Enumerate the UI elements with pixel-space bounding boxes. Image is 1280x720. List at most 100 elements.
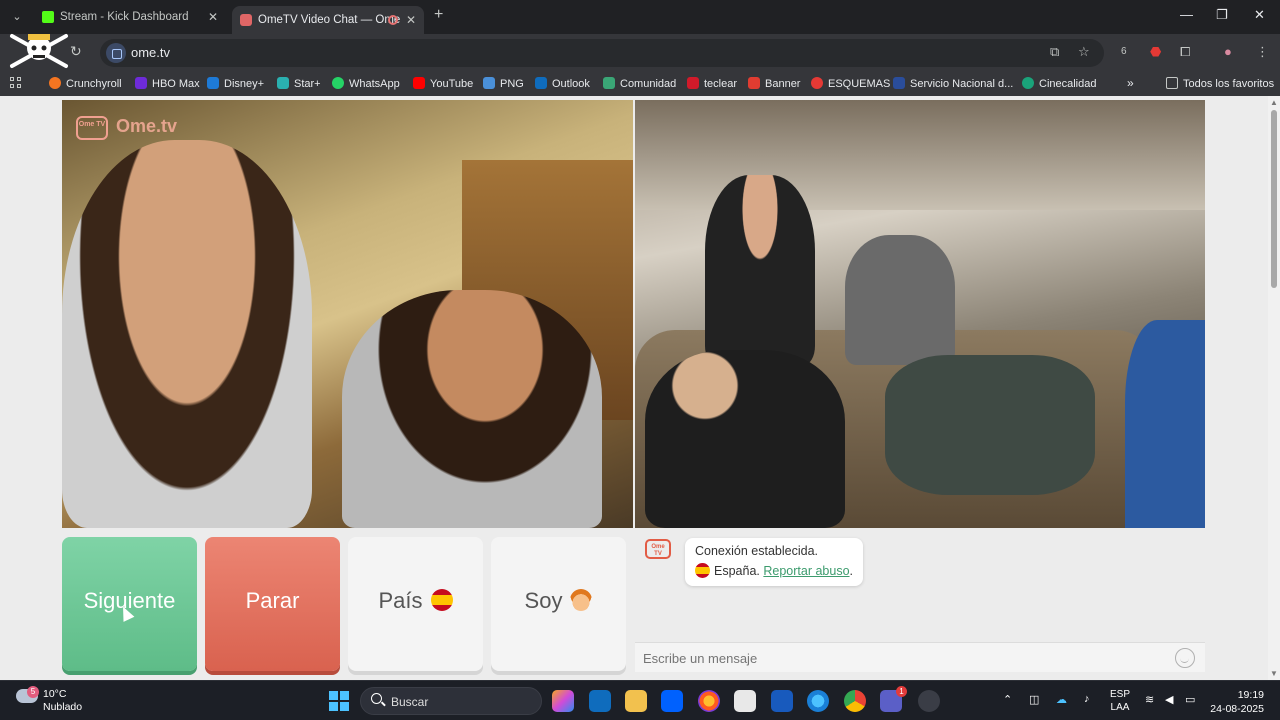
report-abuse-link[interactable]: Reportar abuso bbox=[763, 564, 849, 578]
onedrive-icon[interactable]: ☁ bbox=[1056, 693, 1067, 706]
bookmark-outlook[interactable]: Outlook bbox=[535, 77, 590, 90]
banner-icon bbox=[748, 77, 760, 89]
spain-flag-icon bbox=[695, 563, 710, 578]
site-info-icon[interactable] bbox=[106, 43, 126, 63]
bookmark-hbo-max[interactable]: HBO Max bbox=[135, 77, 200, 90]
remote-video-feed bbox=[635, 100, 1205, 528]
scroll-thumb[interactable] bbox=[1271, 110, 1277, 288]
menu-kebab-icon[interactable]: ⋮ bbox=[1256, 44, 1269, 60]
spain-flag-icon bbox=[430, 589, 453, 611]
firefox-icon[interactable] bbox=[698, 690, 720, 712]
taskbar-search[interactable]: Buscar bbox=[360, 687, 542, 715]
scroll-up-arrow-icon[interactable]: ▲ bbox=[1270, 98, 1278, 107]
person-left-silhouette bbox=[62, 140, 312, 528]
bookmarks-bar: Crunchyroll HBO Max Disney+ Star+ WhatsA… bbox=[0, 72, 1280, 96]
teams-notification-badge: 1 bbox=[896, 686, 907, 697]
page-scrollbar[interactable]: ▲ ▼ bbox=[1268, 96, 1280, 680]
crunchyroll-icon bbox=[49, 77, 61, 89]
all-bookmarks-folder[interactable]: Todos los favoritos bbox=[1166, 77, 1274, 90]
message-input-bar bbox=[635, 642, 1205, 672]
outlook-icon[interactable] bbox=[589, 690, 611, 712]
extension-badge-icon[interactable]: 6 bbox=[1121, 46, 1127, 57]
apps-grid-icon[interactable] bbox=[10, 77, 22, 89]
edge-icon[interactable] bbox=[807, 690, 829, 712]
close-tab-icon[interactable]: ✕ bbox=[208, 6, 218, 28]
volume-icon[interactable]: ◀ bbox=[1165, 693, 1173, 706]
country-selector-button[interactable]: País bbox=[348, 537, 483, 671]
restore-icon[interactable]: ❐ bbox=[1216, 7, 1228, 23]
battery-icon[interactable]: ▭ bbox=[1185, 693, 1195, 706]
folder-icon bbox=[1166, 77, 1178, 89]
gender-selector-button[interactable]: Soy bbox=[491, 537, 626, 671]
tab-title: OmeTV Video Chat — Ome bbox=[258, 14, 401, 26]
next-button[interactable]: Siguiente bbox=[62, 537, 197, 671]
person-plaid-silhouette bbox=[885, 355, 1095, 495]
bookmark-star-icon[interactable]: ☆ bbox=[1078, 44, 1090, 60]
stop-button[interactable]: Parar bbox=[205, 537, 340, 671]
chrome-icon[interactable] bbox=[844, 690, 866, 712]
bookmark-comunidad[interactable]: Comunidad bbox=[603, 77, 676, 90]
person-lying-silhouette bbox=[645, 350, 845, 528]
extension-shield-icon[interactable]: ⬣ bbox=[1150, 44, 1161, 60]
microphone-icon[interactable]: ♪ bbox=[1084, 693, 1090, 705]
weather-temperature[interactable]: 10°C bbox=[43, 688, 66, 700]
bookmark-banner[interactable]: Banner bbox=[748, 77, 800, 90]
bookmark-cinecalidad[interactable]: Cinecalidad bbox=[1022, 77, 1096, 90]
minimize-icon[interactable]: — bbox=[1180, 7, 1193, 22]
bookmark-teclear[interactable]: teclear bbox=[687, 77, 737, 90]
tab-ometv[interactable]: OmeTV Video Chat — Ome ✕ bbox=[232, 6, 424, 34]
bookmark-esquemas[interactable]: ESQUEMAS bbox=[811, 77, 890, 90]
extensions-puzzle-icon[interactable]: ⧠ bbox=[1180, 44, 1190, 60]
copilot-icon[interactable] bbox=[552, 690, 574, 712]
person-hoodie-silhouette bbox=[845, 235, 955, 365]
png-icon bbox=[483, 77, 495, 89]
show-hidden-icons-icon[interactable]: ⌃ bbox=[1003, 693, 1012, 706]
weather-description[interactable]: Nublado bbox=[43, 701, 82, 713]
boy-face-icon bbox=[570, 589, 593, 611]
close-tab-icon[interactable]: ✕ bbox=[406, 9, 416, 31]
tab-kick-dashboard[interactable]: Stream - Kick Dashboard ✕ bbox=[34, 6, 226, 28]
file-explorer-icon[interactable] bbox=[625, 690, 647, 712]
bookmark-servicio-nacional[interactable]: Servicio Nacional d... bbox=[893, 77, 1013, 90]
recording-indicator-icon bbox=[388, 15, 398, 25]
bookmark-disney[interactable]: Disney+ bbox=[207, 77, 264, 90]
close-window-icon[interactable]: ✕ bbox=[1254, 7, 1265, 23]
url-text: ome.tv bbox=[131, 45, 171, 60]
connection-status-text: Conexión establecida. bbox=[695, 544, 818, 558]
person-standing-silhouette bbox=[705, 175, 815, 365]
emoji-smile-icon[interactable] bbox=[1175, 648, 1195, 668]
bookmark-youtube[interactable]: YouTube bbox=[413, 77, 473, 90]
address-bar[interactable]: ome.tv ⧉ ☆ bbox=[100, 39, 1104, 67]
system-clock[interactable]: 19:19 24-08-2025 bbox=[1204, 688, 1264, 716]
scroll-down-arrow-icon[interactable]: ▼ bbox=[1270, 669, 1278, 678]
new-tab-button[interactable]: + bbox=[434, 6, 443, 24]
windows-start-icon[interactable] bbox=[329, 691, 349, 711]
comunidad-icon bbox=[603, 77, 615, 89]
stranger-country-text: España. bbox=[714, 564, 760, 578]
more-bookmarks-icon[interactable]: » bbox=[1127, 76, 1134, 90]
cinecalidad-icon bbox=[1022, 77, 1034, 89]
search-label: Buscar bbox=[391, 695, 429, 709]
word-icon[interactable] bbox=[771, 690, 793, 712]
bookmark-star-plus[interactable]: Star+ bbox=[277, 77, 321, 90]
bookmark-png[interactable]: PNG bbox=[483, 77, 524, 90]
tab-search-icon[interactable]: ⌄ bbox=[8, 8, 26, 26]
amazon-icon[interactable] bbox=[734, 690, 756, 712]
tray-app-icon[interactable]: ◫ bbox=[1029, 693, 1039, 706]
dropbox-icon[interactable] bbox=[661, 690, 683, 712]
input-language-indicator[interactable]: ESP LAA bbox=[1110, 688, 1130, 714]
clock-date: 24-08-2025 bbox=[1210, 703, 1264, 715]
message-input[interactable] bbox=[643, 648, 1163, 668]
profile-avatar-icon[interactable]: ● bbox=[1224, 44, 1232, 59]
bookmark-crunchyroll[interactable]: Crunchyroll bbox=[49, 77, 122, 90]
windows-taskbar: 5 10°C Nublado Buscar 1 ⌃ ◫ ☁ ♪ ESP LAA … bbox=[0, 680, 1280, 720]
obs-icon[interactable] bbox=[918, 690, 940, 712]
clock-time: 19:19 bbox=[1237, 689, 1264, 701]
wifi-icon[interactable]: ≋ bbox=[1145, 693, 1154, 706]
ometv-logo-text: Ome.tv bbox=[116, 116, 178, 136]
tab-strip: ⌄ Stream - Kick Dashboard ✕ OmeTV Video … bbox=[0, 0, 1280, 34]
install-app-icon[interactable]: ⧉ bbox=[1050, 44, 1059, 60]
ometv-logo-icon: Ome TV bbox=[76, 116, 108, 140]
bookmark-whatsapp[interactable]: WhatsApp bbox=[332, 77, 400, 90]
star-plus-icon bbox=[277, 77, 289, 89]
